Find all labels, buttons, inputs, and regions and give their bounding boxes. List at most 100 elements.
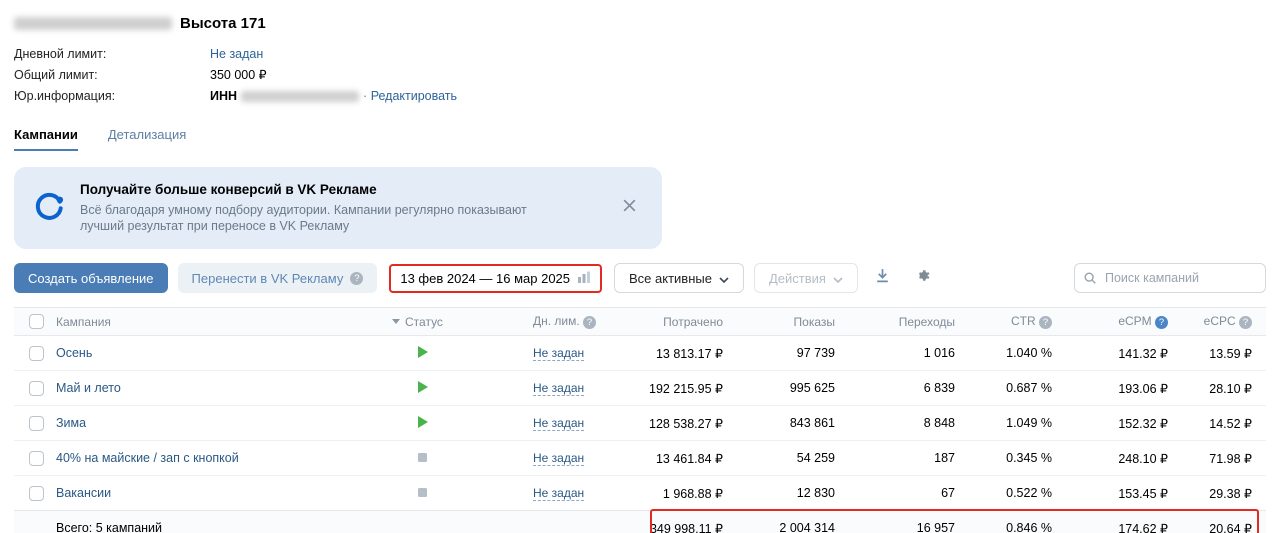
table-row: Осень Не задан 13 813.17 ₽ 97 739 1 016 … bbox=[14, 336, 1266, 371]
ecpc-value: 71.98 ₽ bbox=[1168, 451, 1266, 466]
chart-icon bbox=[577, 270, 591, 287]
gear-icon bbox=[914, 267, 931, 289]
daily-limit-link[interactable]: Не задан bbox=[533, 486, 584, 501]
column-header-campaign[interactable]: Кампания bbox=[56, 315, 386, 329]
daily-limit-value-link[interactable]: Не задан bbox=[210, 47, 263, 61]
transfer-to-vk-ads-button[interactable]: Перенести в VK Рекламу bbox=[178, 263, 378, 293]
row-checkbox[interactable] bbox=[29, 346, 44, 361]
chevron-down-icon bbox=[719, 271, 729, 286]
total-clicks: 16 957 bbox=[835, 521, 955, 533]
row-checkbox[interactable] bbox=[29, 486, 44, 501]
column-header-clicks[interactable]: Переходы bbox=[835, 315, 955, 329]
table-row: Май и лето Не задан 192 215.95 ₽ 995 625… bbox=[14, 371, 1266, 406]
column-header-shows[interactable]: Показы bbox=[723, 315, 835, 329]
spent-value: 128 538.27 ₽ bbox=[621, 416, 723, 431]
redacted-account-name-blur bbox=[14, 17, 172, 30]
total-shows: 2 004 314 bbox=[723, 521, 835, 533]
column-header-daily-limit[interactable]: Дн. лим. bbox=[521, 314, 621, 328]
chevron-down-icon bbox=[833, 271, 843, 286]
daily-limit-link[interactable]: Не задан bbox=[533, 451, 584, 466]
daily-limit-link[interactable]: Не задан bbox=[533, 416, 584, 431]
daily-limit-link[interactable]: Не задан bbox=[533, 346, 584, 361]
status-active-icon bbox=[418, 416, 428, 428]
column-header-ctr[interactable]: CTR bbox=[955, 314, 1052, 328]
legal-info-label: Юр.информация: bbox=[14, 86, 210, 107]
banner-text: Всё благодаря умному подбору аудитории. … bbox=[80, 202, 532, 234]
status-active-icon bbox=[418, 381, 428, 393]
date-range-picker[interactable]: 13 фев 2024 — 16 мар 2025 bbox=[400, 270, 591, 287]
tab-campaigns[interactable]: Кампании bbox=[14, 123, 78, 151]
clicks-value: 6 839 bbox=[835, 381, 955, 395]
table-row: Вакансии Не задан 1 968.88 ₽ 12 830 67 0… bbox=[14, 476, 1266, 511]
campaign-name-link[interactable]: Май и лето bbox=[56, 381, 121, 395]
vk-ads-promo-banner: Получайте больше конверсий в VK Рекламе … bbox=[14, 167, 662, 249]
row-checkbox[interactable] bbox=[29, 381, 44, 396]
create-ad-button[interactable]: Создать объявление bbox=[14, 263, 168, 293]
shows-value: 12 830 bbox=[723, 486, 835, 500]
ctr-value: 0.522 % bbox=[955, 486, 1052, 500]
tabs-bar: Кампании Детализация bbox=[14, 123, 1266, 151]
status-stopped-icon bbox=[418, 453, 427, 462]
shows-value: 843 861 bbox=[723, 416, 835, 430]
shows-value: 995 625 bbox=[723, 381, 835, 395]
account-info: Дневной лимит: Не задан Общий лимит: 350… bbox=[14, 44, 1266, 107]
row-checkbox[interactable] bbox=[29, 451, 44, 466]
row-checkbox[interactable] bbox=[29, 416, 44, 431]
daily-limit-info-icon bbox=[583, 316, 596, 329]
total-limit-label: Общий лимит: bbox=[14, 65, 210, 86]
total-ecpm: 174.62 ₽ bbox=[1052, 521, 1168, 533]
annotation-date-range: 13 фев 2024 — 16 мар 2025 bbox=[389, 264, 602, 293]
transfer-button-label: Перенести в VK Рекламу bbox=[192, 271, 344, 286]
ctr-value: 0.687 % bbox=[955, 381, 1052, 395]
edit-legal-info-link[interactable]: Редактировать bbox=[371, 89, 457, 103]
tab-detailing[interactable]: Детализация bbox=[108, 123, 186, 151]
status-filter-dropdown[interactable]: Все активные bbox=[614, 263, 744, 293]
close-icon bbox=[621, 201, 638, 218]
table-header-row: Кампания Статус Дн. лим. Потрачено Показ… bbox=[14, 308, 1266, 336]
clicks-value: 67 bbox=[835, 486, 955, 500]
ecpc-value: 28.10 ₽ bbox=[1168, 381, 1266, 396]
toolbar: Создать объявление Перенести в VK Реклам… bbox=[14, 263, 1266, 293]
daily-limit-link[interactable]: Не задан bbox=[533, 381, 584, 396]
total-ecpc: 20.64 ₽ bbox=[1168, 521, 1266, 533]
transfer-info-icon bbox=[350, 272, 363, 285]
clicks-value: 1 016 bbox=[835, 346, 955, 360]
spent-value: 192 215.95 ₽ bbox=[621, 381, 723, 396]
settings-button[interactable] bbox=[908, 263, 938, 293]
select-all-checkbox[interactable] bbox=[29, 314, 44, 329]
vk-ads-cabinet-page: Высота 171 Дневной лимит: Не задан Общий… bbox=[0, 0, 1280, 533]
ecpm-value: 141.32 ₽ bbox=[1052, 346, 1168, 361]
search-input[interactable] bbox=[1074, 263, 1266, 293]
spent-value: 13 813.17 ₽ bbox=[621, 346, 723, 361]
ecpm-value: 248.10 ₽ bbox=[1052, 451, 1168, 466]
campaign-name-link[interactable]: Зима bbox=[56, 416, 86, 430]
clicks-value: 187 bbox=[835, 451, 955, 465]
actions-dropdown[interactable]: Действия bbox=[754, 263, 858, 293]
campaign-name-link[interactable]: Осень bbox=[56, 346, 92, 360]
ctr-value: 1.049 % bbox=[955, 416, 1052, 430]
table-totals-row: Всего: 5 кампаний 349 998.11 ₽ 2 004 314… bbox=[14, 510, 1266, 533]
clicks-value: 8 848 bbox=[835, 416, 955, 430]
date-range-value: 13 фев 2024 — 16 мар 2025 bbox=[400, 271, 570, 286]
column-header-status[interactable]: Статус bbox=[386, 315, 521, 329]
actions-label: Действия bbox=[769, 271, 826, 286]
campaign-name-link[interactable]: Вакансии bbox=[56, 486, 111, 500]
status-active-icon bbox=[418, 346, 428, 358]
total-ctr: 0.846 % bbox=[955, 521, 1052, 533]
status-stopped-icon bbox=[418, 488, 427, 497]
total-spent: 349 998.11 ₽ bbox=[621, 521, 723, 533]
export-button[interactable] bbox=[868, 263, 898, 293]
shows-value: 97 739 bbox=[723, 346, 835, 360]
sort-desc-icon bbox=[392, 319, 400, 324]
ctr-value: 0.345 % bbox=[955, 451, 1052, 465]
page-title: Высота 171 bbox=[180, 15, 266, 32]
banner-close-button[interactable] bbox=[617, 193, 642, 223]
ecpm-value: 193.06 ₽ bbox=[1052, 381, 1168, 396]
campaign-name-link[interactable]: 40% на майские / зап с кнопкой bbox=[56, 451, 239, 465]
banner-title: Получайте больше конверсий в VK Рекламе bbox=[80, 182, 532, 197]
column-header-ecpm[interactable]: eCPM bbox=[1052, 314, 1168, 328]
account-header: Высота 171 bbox=[14, 12, 1266, 34]
column-header-spent[interactable]: Потрачено bbox=[621, 315, 723, 329]
redacted-inn-blur bbox=[241, 91, 359, 102]
column-header-ecpc[interactable]: eCPC bbox=[1168, 314, 1266, 328]
